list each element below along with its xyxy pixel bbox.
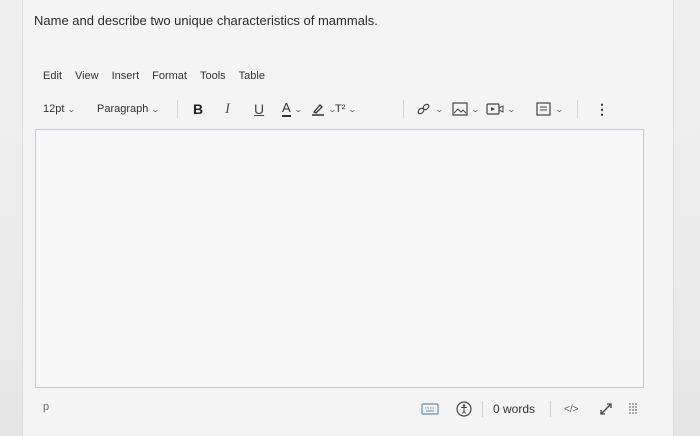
menu-insert[interactable]: Insert (112, 70, 140, 82)
document-button[interactable]: ⌄ (536, 99, 564, 119)
chevron-down-icon: ⌄ (506, 104, 516, 114)
rich-text-editor[interactable] (35, 129, 644, 388)
keyboard-shortcuts-button[interactable] (421, 398, 439, 420)
menu-table[interactable]: Table (239, 70, 265, 82)
keyboard-icon (421, 403, 439, 415)
menu-view[interactable]: View (75, 70, 99, 82)
pencil-icon (312, 104, 324, 116)
editor-statusbar: p 0 words </> (35, 398, 655, 428)
media-button[interactable]: ⌄ (486, 99, 516, 119)
page: Name and describe two unique characteris… (0, 0, 700, 436)
chevron-down-icon: ⌄ (554, 104, 564, 114)
chevron-down-icon: ⌄ (151, 104, 161, 114)
media-icon (486, 103, 504, 115)
superscript-button[interactable]: T² ⌄ (335, 99, 358, 119)
block-format-label: Paragraph (97, 103, 149, 115)
editor-menubar: Edit View Insert Format Tools Table (43, 70, 278, 82)
font-size-label: 12pt (43, 103, 65, 115)
superscript-label: T² (335, 103, 346, 115)
editor-toolbar: 12pt ⌄ Paragraph ⌄ B I U A ⌄ ⌄ T² ⌄ ⌄ ⌄ … (43, 99, 613, 119)
toolbar-divider (577, 100, 578, 118)
more-options-button[interactable]: ⋮ (595, 99, 609, 119)
italic-button[interactable]: I (225, 99, 230, 119)
block-format-dropdown[interactable]: Paragraph ⌄ (97, 99, 161, 119)
menu-edit[interactable]: Edit (43, 70, 62, 82)
status-divider (482, 401, 483, 417)
font-size-dropdown[interactable]: 12pt ⌄ (43, 99, 77, 119)
link-icon (417, 103, 430, 115)
chevron-down-icon: ⌄ (293, 104, 303, 114)
accessibility-checker-button[interactable] (456, 398, 472, 420)
word-count[interactable]: 0 words (493, 398, 535, 420)
chevron-down-icon: ⌄ (434, 104, 444, 114)
link-button[interactable]: ⌄ (416, 99, 444, 119)
image-button[interactable]: ⌄ (452, 99, 480, 119)
fullscreen-button[interactable] (598, 398, 614, 420)
toolbar-divider (177, 100, 178, 118)
chevron-down-icon: ⌄ (470, 104, 480, 114)
accessibility-icon (456, 401, 472, 417)
resize-handle[interactable] (628, 398, 638, 420)
underline-button[interactable]: U (254, 99, 264, 119)
chevron-down-icon: ⌄ (67, 104, 77, 114)
bold-button[interactable]: B (193, 99, 203, 119)
text-color-icon: A (282, 100, 291, 117)
text-color-button[interactable]: A ⌄ (282, 99, 303, 119)
chevron-down-icon: ⌄ (348, 104, 358, 114)
status-divider (550, 401, 551, 417)
menu-tools[interactable]: Tools (200, 70, 226, 82)
question-text: Name and describe two unique characteris… (34, 13, 378, 28)
resize-grip-icon (629, 403, 637, 414)
highlight-button[interactable]: ⌄ (311, 99, 337, 119)
menu-format[interactable]: Format (152, 70, 187, 82)
element-path[interactable]: p (43, 401, 49, 413)
document-icon (536, 102, 551, 116)
expand-icon (600, 403, 612, 415)
html-editor-button[interactable]: </> (564, 398, 578, 420)
toolbar-divider (403, 100, 404, 118)
image-icon (452, 102, 468, 116)
